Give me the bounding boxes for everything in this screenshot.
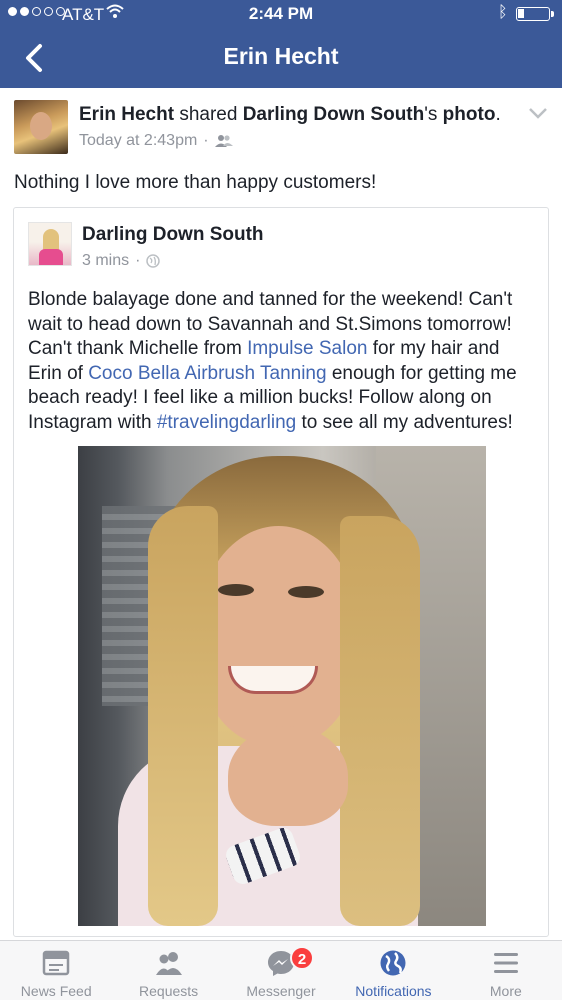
shared-timestamp[interactable]: 3 mins [82,252,129,270]
source-page-link[interactable]: Darling Down South [243,104,425,125]
news-feed-icon [42,950,70,976]
nav-bar: Erin Hecht [0,28,562,88]
meta-separator: · [203,132,209,149]
page-avatar[interactable] [28,222,72,266]
friends-icon [214,135,233,147]
meta-separator: · [135,252,141,269]
hashtag-link[interactable]: #travelingdarling [157,412,296,433]
tab-messenger[interactable]: Messenger [225,941,337,1000]
author-name-link[interactable]: Erin Hecht [79,104,174,125]
post-message: Nothing I love more than happy customers… [14,172,377,193]
tab-requests[interactable]: Requests [112,941,224,1000]
post-timestamp-row: Today at 2:43pm · [79,132,501,150]
body-text: to see all my adventures! [296,411,513,433]
tab-news-feed[interactable]: News Feed [0,941,112,1000]
page-name-link[interactable]: Darling Down South [82,224,264,246]
post-headline: Erin Hecht shared Darling Down South's p… [79,104,501,126]
shared-post-text: Blonde balayage done and tanned for the … [28,288,538,435]
status-bar: AT&T 2:44 PM ᛒ [0,0,562,28]
possessive: 's [424,104,438,125]
photo-link[interactable]: photo [443,104,496,125]
battery-icon [516,7,554,21]
tab-label: Notifications [355,983,432,999]
status-time: 2:44 PM [248,4,314,23]
coco-bella-link[interactable]: Coco Bella Airbrush Tanning [88,363,326,384]
impulse-salon-link[interactable]: Impulse Salon [247,338,367,359]
shared-timestamp-row: 3 mins · [82,252,161,270]
app-header: AT&T 2:44 PM ᛒ Erin Hecht [0,0,562,88]
tab-label: News Feed [20,983,92,999]
tab-bar: News Feed Requests Messenger Notificatio… [0,940,562,1000]
author-avatar[interactable] [14,100,68,154]
bluetooth-icon: ᛒ [498,4,508,21]
chevron-down-icon[interactable] [528,106,548,120]
globe-icon [146,254,161,268]
menu-icon [493,953,518,973]
shared-post-card[interactable]: Darling Down South 3 mins · Blonde balay… [13,207,549,937]
page-title: Erin Hecht [223,43,339,69]
tab-label: Requests [139,983,199,999]
tab-label: More [489,983,522,999]
messenger-badge: 2 [290,946,314,970]
globe-icon [380,950,406,976]
post-meta: Erin Hecht shared Darling Down South's p… [79,104,501,150]
tab-more[interactable]: More [450,941,562,1000]
post-timestamp[interactable]: Today at 2:43pm [79,132,197,150]
post-action: shared [179,104,238,125]
tab-notifications[interactable]: Notifications [337,941,449,1000]
post-header: Erin Hecht shared Darling Down South's p… [14,100,548,160]
period: . [495,104,501,125]
tab-label: Messenger [246,983,316,999]
friend-requests-icon [155,952,182,975]
shared-photo[interactable] [78,446,486,926]
